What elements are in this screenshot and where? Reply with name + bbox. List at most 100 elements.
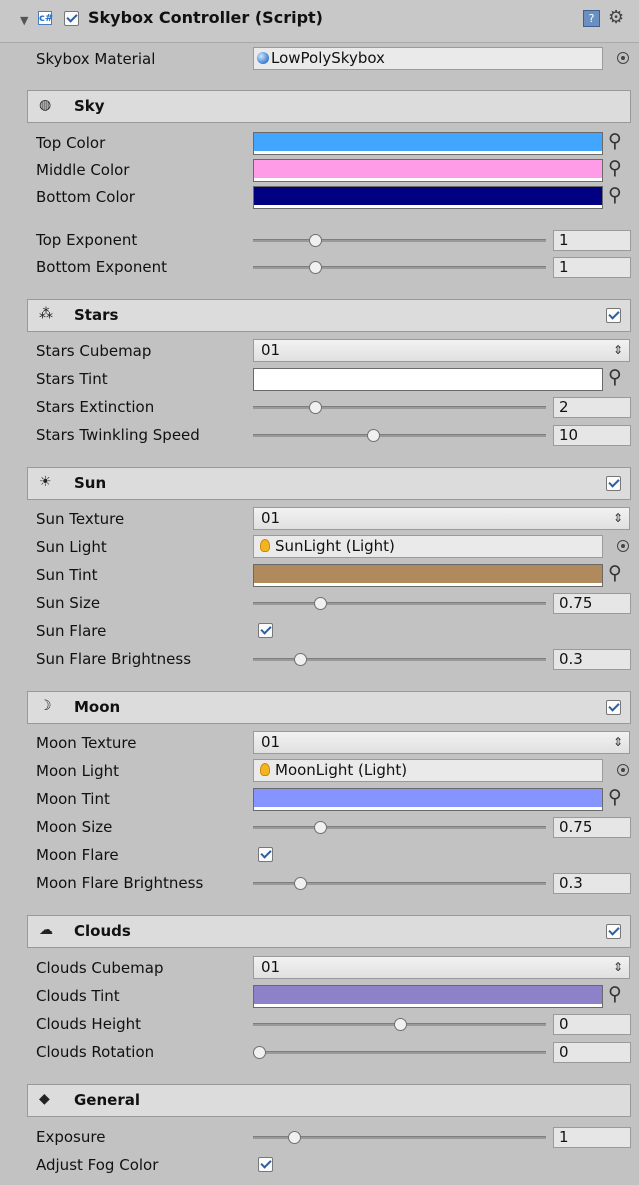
bottom-color-field[interactable] (253, 186, 603, 209)
clouds-cubemap-dropdown[interactable]: 01 ⇕ (253, 956, 630, 979)
slider-thumb[interactable] (393, 1018, 407, 1031)
eyedropper-icon[interactable]: ⚲ (608, 562, 622, 584)
section-moon[interactable]: ☽ Moon (27, 691, 631, 724)
slider-thumb[interactable] (293, 877, 307, 890)
moon-flare-brightness-input[interactable]: 0.3 (553, 873, 631, 894)
top-exponent-input[interactable]: 1 (553, 230, 631, 251)
moon-light-field[interactable]: MoonLight (Light) (253, 759, 603, 782)
object-picker-icon[interactable] (617, 52, 629, 64)
stars-cubemap-label: Stars Cubemap (36, 342, 152, 360)
object-picker-icon[interactable] (617, 764, 629, 776)
clouds-tint-field[interactable] (253, 985, 603, 1008)
skybox-material-field[interactable]: LowPolySkybox (253, 47, 603, 70)
section-stars[interactable]: ⁂ Stars (27, 299, 631, 332)
row-top-color: Top Color ⚲ (0, 130, 639, 157)
help-book-icon[interactable]: ? (583, 10, 600, 27)
slider-thumb[interactable] (367, 429, 381, 442)
stars-twinkling-speed-input[interactable]: 10 (553, 425, 631, 446)
moon-texture-dropdown[interactable]: 01 ⇕ (253, 731, 630, 754)
sun-flare-brightness-label: Sun Flare Brightness (36, 650, 192, 668)
stars-section-title: Stars (74, 306, 119, 324)
clouds-tint-label: Clouds Tint (36, 987, 120, 1005)
slider-thumb[interactable] (308, 261, 322, 274)
stars-enabled-checkbox[interactable] (606, 308, 621, 323)
row-moon-light: Moon Light MoonLight (Light) (0, 758, 639, 785)
slider-thumb[interactable] (308, 401, 322, 414)
eyedropper-icon[interactable]: ⚲ (608, 366, 622, 388)
sun-enabled-checkbox[interactable] (606, 476, 621, 491)
light-bulb-icon (260, 763, 270, 776)
clouds-enabled-checkbox[interactable] (606, 924, 621, 939)
sun-flare-brightness-slider[interactable] (253, 646, 546, 673)
moon-light-value: MoonLight (Light) (275, 761, 408, 779)
section-general[interactable]: ◆ General (27, 1084, 631, 1117)
gear-icon[interactable]: ⚙ (608, 7, 624, 28)
adjust-fog-color-checkbox[interactable] (258, 1157, 273, 1172)
clouds-section-title: Clouds (74, 922, 131, 940)
sun-section-title: Sun (74, 474, 107, 492)
exposure-input[interactable]: 1 (553, 1127, 631, 1148)
row-sun-size: Sun Size 0.75 (0, 590, 639, 617)
eyedropper-icon[interactable]: ⚲ (608, 983, 622, 1005)
stars-extinction-input[interactable]: 2 (553, 397, 631, 418)
moon-texture-value: 01 (261, 733, 281, 751)
clouds-rotation-input[interactable]: 0 (553, 1042, 631, 1063)
exposure-slider[interactable] (253, 1124, 546, 1151)
stars-extinction-label: Stars Extinction (36, 398, 155, 416)
component-enabled-checkbox[interactable] (64, 11, 79, 26)
sun-flare-brightness-input[interactable]: 0.3 (553, 649, 631, 670)
slider-track (253, 1051, 546, 1054)
bottom-exponent-slider[interactable] (253, 254, 546, 281)
slider-thumb[interactable] (288, 1131, 302, 1144)
object-picker-icon[interactable] (617, 540, 629, 552)
top-color-label: Top Color (36, 134, 106, 152)
clouds-cubemap-value: 01 (261, 958, 281, 976)
clouds-height-slider[interactable] (253, 1011, 546, 1038)
sun-light-field[interactable]: SunLight (Light) (253, 535, 603, 558)
moon-flare-brightness-slider[interactable] (253, 870, 546, 897)
dropdown-arrow-icon: ⇕ (612, 343, 623, 357)
sun-texture-dropdown[interactable]: 01 ⇕ (253, 507, 630, 530)
section-clouds[interactable]: ☁ Clouds (27, 915, 631, 948)
slider-thumb[interactable] (314, 821, 328, 834)
component-header[interactable]: ▼ c# Skybox Controller (Script) ? ⚙ (0, 0, 639, 43)
eyedropper-icon[interactable]: ⚲ (608, 130, 622, 152)
slider-thumb[interactable] (308, 234, 322, 247)
moon-enabled-checkbox[interactable] (606, 700, 621, 715)
slider-thumb[interactable] (293, 653, 307, 666)
slider-thumb[interactable] (314, 597, 328, 610)
top-exponent-slider[interactable] (253, 227, 546, 254)
stars-tint-field[interactable] (253, 368, 603, 391)
moon-tint-field[interactable] (253, 788, 603, 811)
row-top-exponent: Top Exponent 1 (0, 227, 639, 254)
section-sky[interactable]: ◍ Sky (27, 90, 631, 123)
stars-cubemap-dropdown[interactable]: 01 ⇕ (253, 339, 630, 362)
moon-size-input[interactable]: 0.75 (553, 817, 631, 838)
section-sun[interactable]: ☀ Sun (27, 467, 631, 500)
slider-thumb[interactable] (252, 1046, 266, 1059)
sun-size-input[interactable]: 0.75 (553, 593, 631, 614)
clouds-height-input[interactable]: 0 (553, 1014, 631, 1035)
row-clouds-cubemap: Clouds Cubemap 01 ⇕ (0, 955, 639, 982)
top-color-field[interactable] (253, 132, 603, 155)
eyedropper-icon[interactable]: ⚲ (608, 157, 622, 179)
moon-flare-checkbox[interactable] (258, 847, 273, 862)
bottom-exponent-input[interactable]: 1 (553, 257, 631, 278)
eyedropper-icon[interactable]: ⚲ (608, 184, 622, 206)
sun-flare-checkbox[interactable] (258, 623, 273, 638)
clouds-rotation-label: Clouds Rotation (36, 1043, 155, 1061)
slider-track (253, 434, 546, 437)
sun-size-slider[interactable] (253, 590, 546, 617)
sun-tint-field[interactable] (253, 564, 603, 587)
foldout-arrow-icon[interactable]: ▼ (20, 14, 28, 27)
middle-color-field[interactable] (253, 159, 603, 182)
clouds-cubemap-label: Clouds Cubemap (36, 959, 164, 977)
stars-cubemap-value: 01 (261, 341, 281, 359)
adjust-fog-color-label: Adjust Fog Color (36, 1156, 159, 1174)
moon-light-label: Moon Light (36, 762, 120, 780)
clouds-rotation-slider[interactable] (252, 1039, 546, 1066)
stars-extinction-slider[interactable] (253, 394, 546, 421)
moon-size-slider[interactable] (253, 814, 546, 841)
stars-twinkling-speed-slider[interactable] (253, 422, 546, 449)
eyedropper-icon[interactable]: ⚲ (608, 786, 622, 808)
